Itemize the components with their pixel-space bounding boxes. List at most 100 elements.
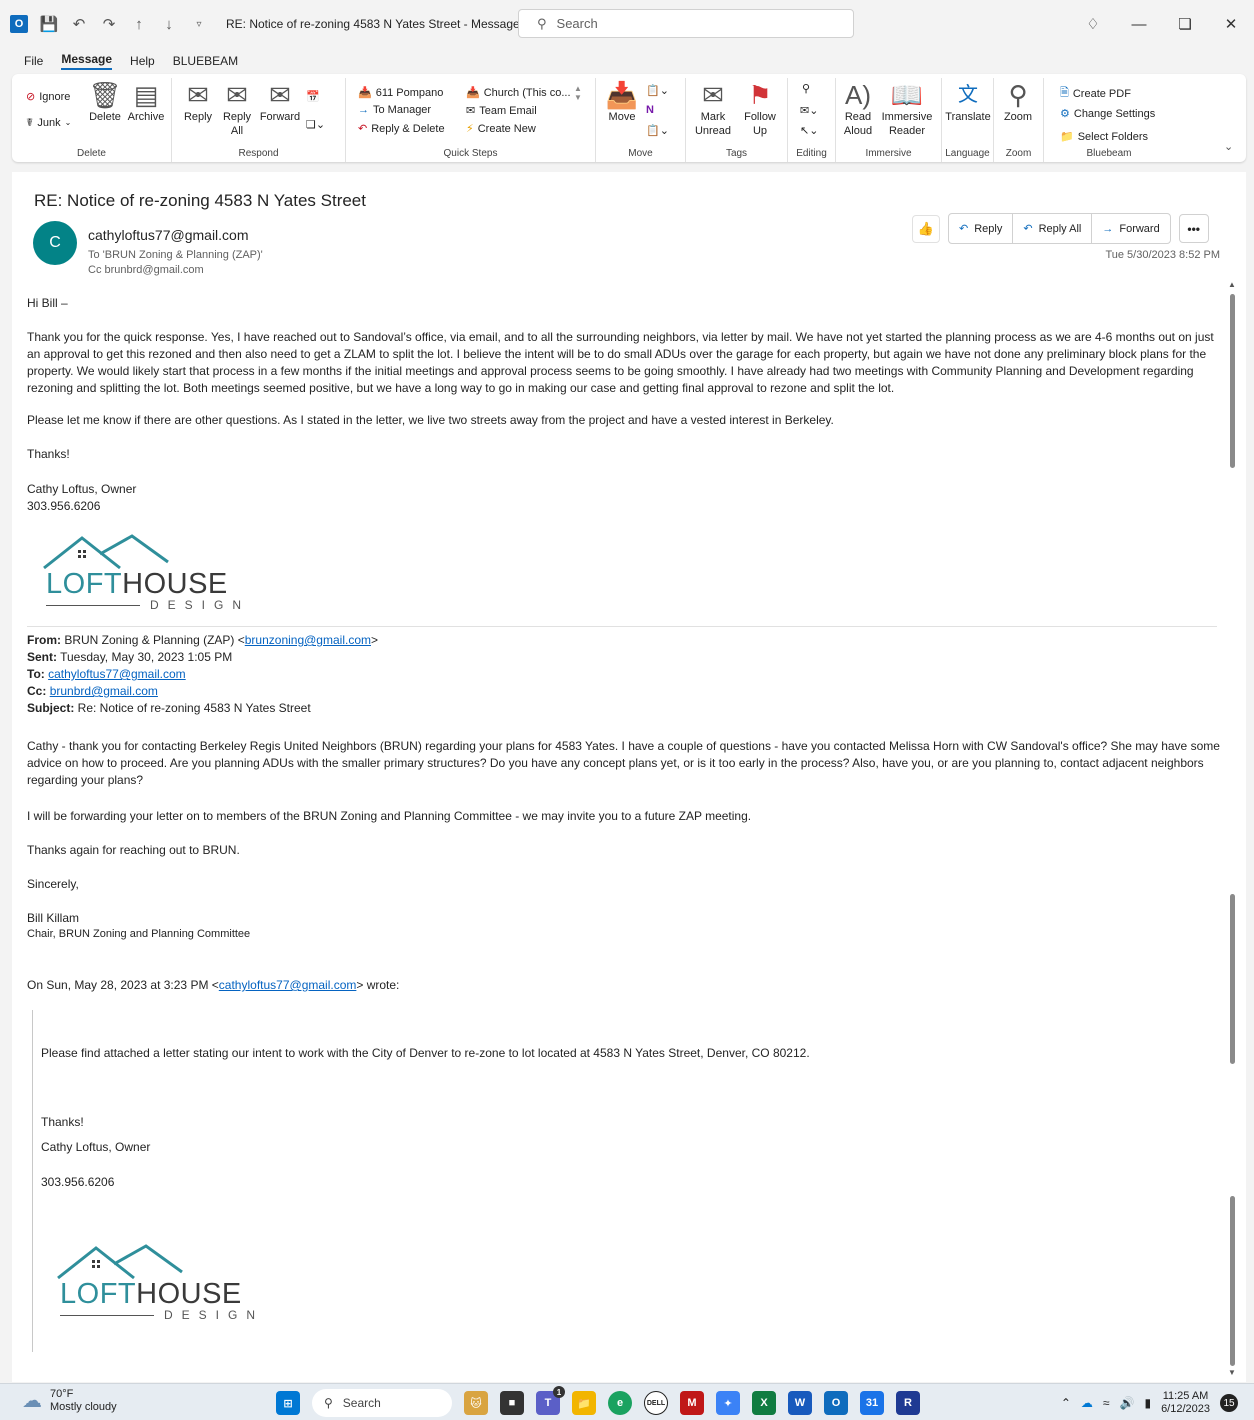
redo-icon[interactable]: ↷ — [100, 15, 118, 33]
wifi-icon[interactable]: ≈ — [1103, 1396, 1110, 1410]
copilot-icon[interactable]: ✦ — [716, 1391, 740, 1415]
pdf-icon: 🗎 — [1060, 87, 1069, 99]
reply-delete-icon: ↶ — [358, 123, 368, 135]
to-line[interactable]: To 'BRUN Zoning & Planning (ZAP)' — [88, 249, 263, 261]
calendar-icon[interactable]: 31 — [860, 1391, 884, 1415]
weather-condition: Mostly cloudy — [50, 1401, 117, 1413]
excel-icon[interactable]: X — [752, 1391, 776, 1415]
ribbon-group-label: Quick Steps — [443, 148, 498, 159]
quick-step-church[interactable]: 📥 Church (This co... — [466, 86, 571, 100]
forward-action-button[interactable]: → Forward — [1092, 214, 1169, 243]
word-icon[interactable]: W — [788, 1391, 812, 1415]
archive-button[interactable]: ▤ Archive — [126, 80, 166, 124]
menu-help[interactable]: Help — [130, 54, 155, 68]
tray-chevron-icon[interactable]: ⌃ — [1061, 1396, 1071, 1410]
mark-unread-button[interactable]: ✉ Mark Unread — [690, 80, 736, 138]
junk-button[interactable]: ☤ Junk ⌄ — [26, 116, 72, 130]
clock[interactable]: 11:25 AM 6/12/2023 — [1161, 1390, 1210, 1416]
ribbon-group-immersive: A) Read Aloud 📖 Immersive Reader Immersive — [836, 78, 942, 162]
meeting-icon[interactable]: 📅 — [306, 90, 320, 103]
immersive-reader-button[interactable]: 📖 Immersive Reader — [878, 80, 936, 138]
quick-step-create-new[interactable]: ⚡ Create New — [466, 122, 536, 136]
reading-pane: RE: Notice of re-zoning 4583 N Yates Str… — [12, 172, 1246, 1382]
follow-up-button[interactable]: ⚑ Follow Up — [738, 80, 782, 138]
related-icon[interactable]: ✉⌄ — [800, 104, 818, 117]
scroll-thumb[interactable] — [1230, 894, 1235, 1064]
quick-step-to-manager[interactable]: → To Manager — [358, 104, 431, 116]
volume-icon[interactable]: 🔊 — [1120, 1396, 1135, 1410]
actions-icon[interactable]: 📋⌄ — [646, 124, 669, 137]
next-item-icon[interactable]: ↓ — [160, 15, 178, 33]
teams-icon[interactable]: T1 — [536, 1386, 565, 1415]
reply-signature-name: Bill Killam — [27, 911, 80, 925]
more-respond-icon[interactable]: ❏⌄ — [306, 118, 325, 131]
zoom-button[interactable]: ⚲ Zoom — [998, 80, 1038, 124]
scroll-down-icon[interactable]: ▼ — [1228, 1368, 1236, 1377]
previous-item-icon[interactable]: ↑ — [130, 15, 148, 33]
cc-email-link[interactable]: brunbrd@gmail.com — [50, 684, 158, 698]
battery-icon[interactable]: ▮ — [1144, 1396, 1151, 1410]
save-icon[interactable]: 💾 — [40, 15, 59, 33]
ribbon-expand-icon[interactable]: ⌄ — [1224, 140, 1233, 153]
more-actions-button[interactable]: ••• — [1178, 214, 1209, 243]
create-pdf-button[interactable]: 🗎 Create PDF — [1060, 84, 1131, 103]
undo-icon[interactable]: ↶ — [70, 15, 88, 33]
move-button[interactable]: 📥 Move — [604, 80, 640, 124]
restore-button[interactable]: ❏ — [1162, 15, 1208, 33]
reply-all-button[interactable]: ✉ Reply All — [218, 80, 256, 138]
scroll-thumb[interactable] — [1230, 294, 1235, 468]
close-button[interactable]: ✕ — [1208, 15, 1254, 33]
dell-icon[interactable]: DELL — [644, 1391, 668, 1415]
select-folders-button[interactable]: 📁 Select Folders — [1060, 130, 1148, 144]
from-email-link[interactable]: brunzoning@gmail.com — [245, 633, 371, 647]
scroll-up-icon[interactable]: ▲ — [1228, 280, 1236, 289]
start-icon[interactable]: ⊞ — [276, 1391, 300, 1415]
translate-button[interactable]: 文 Translate — [944, 80, 992, 124]
widget-cat-icon[interactable]: 🐱 — [464, 1391, 488, 1415]
edge-icon[interactable]: e — [608, 1391, 632, 1415]
onedrive-icon[interactable]: ☁ — [1081, 1396, 1093, 1410]
file-explorer-icon[interactable]: 📁 — [572, 1391, 596, 1415]
like-icon[interactable]: 👍 — [912, 214, 940, 243]
notification-badge[interactable]: 15 — [1220, 1394, 1238, 1412]
menu-file[interactable]: File — [24, 54, 43, 68]
premium-diamond-icon[interactable]: ♢ — [1070, 15, 1116, 33]
rules-icon[interactable]: 📋⌄ — [646, 84, 669, 97]
weather-widget[interactable]: ☁ 70°F Mostly cloudy — [22, 1388, 117, 1414]
greeting: Hi Bill – — [27, 296, 68, 310]
onenote-icon[interactable]: N — [646, 104, 654, 116]
delete-button[interactable]: 🗑 Delete — [88, 80, 122, 124]
change-settings-button[interactable]: ⚙ Change Settings — [1060, 107, 1155, 121]
menu-message[interactable]: Message — [61, 52, 113, 70]
reply-button[interactable]: ✉ Reply — [180, 80, 216, 124]
reply-all-action-button[interactable]: ↶ Reply All — [1013, 214, 1093, 243]
scroll-thumb[interactable] — [1230, 1196, 1235, 1366]
logo-roof-icon — [57, 1244, 183, 1280]
read-aloud-button[interactable]: A) Read Aloud — [840, 80, 876, 138]
reply-action-button[interactable]: ↶ Reply — [949, 214, 1014, 243]
quick-step-team-email[interactable]: ✉ Team Email — [466, 104, 537, 118]
quick-steps-scroll[interactable]: ▲ ▼ — [574, 84, 582, 102]
quick-step-reply-delete[interactable]: ↶ Reply & Delete — [358, 122, 445, 136]
taskbar-search[interactable]: ⚲ Search — [312, 1389, 452, 1417]
mcafee-icon[interactable]: M — [680, 1391, 704, 1415]
sender-address[interactable]: cathyloftus77@gmail.com — [88, 227, 249, 243]
select-icon[interactable]: ↖⌄ — [800, 124, 818, 137]
customize-toolbar-icon[interactable]: ▿ — [190, 15, 208, 33]
original-email-link[interactable]: cathyloftus77@gmail.com — [219, 978, 357, 992]
bluebeam-icon[interactable]: R — [896, 1391, 920, 1415]
search-box[interactable]: ⚲ Search — [518, 9, 854, 38]
menu-bluebeam[interactable]: BLUEBEAM — [173, 54, 238, 68]
minimize-button[interactable]: — — [1116, 16, 1162, 33]
cc-line[interactable]: Cc brunbrd@gmail.com — [88, 264, 204, 276]
avatar[interactable]: C — [33, 221, 77, 265]
to-email-link[interactable]: cathyloftus77@gmail.com — [48, 667, 186, 681]
forward-button[interactable]: ✉ Forward — [258, 80, 302, 124]
quick-step-611-pompano[interactable]: 📥 611 Pompano — [358, 86, 443, 100]
outlook-taskbar-icon[interactable]: O — [824, 1391, 848, 1415]
chevron-down-icon: ⌄ — [64, 118, 72, 127]
ignore-button[interactable]: ⊘ Ignore — [26, 90, 70, 104]
find-icon[interactable]: ⚲ — [802, 82, 810, 95]
scrollbar[interactable]: ▲ ▼ — [1228, 280, 1238, 1380]
task-view-icon[interactable]: ■ — [500, 1391, 524, 1415]
